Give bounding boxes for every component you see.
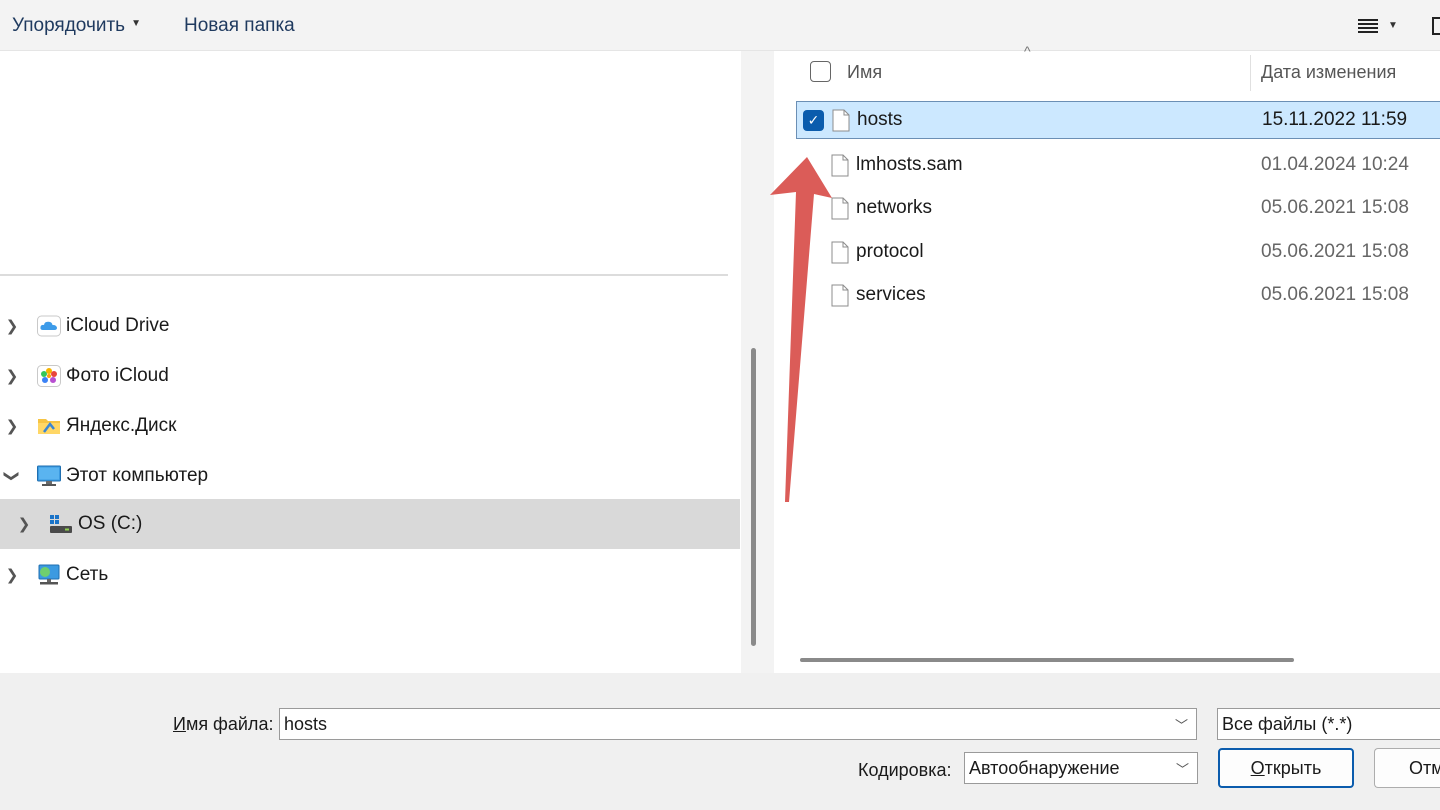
file-name: lmhosts.sam <box>856 154 963 175</box>
folder-icon <box>38 419 60 434</box>
encoding-label: Кодировка: <box>858 760 952 780</box>
filename-label-accel: И <box>173 714 186 734</box>
select-all-checkbox[interactable] <box>810 61 831 82</box>
organize-button[interactable]: Упорядочить ▼ <box>12 0 141 51</box>
file-date: 05.06.2021 15:08 <box>1261 241 1409 262</box>
preview-pane-button[interactable] <box>1432 0 1440 51</box>
file-row-lmhosts[interactable]: lmhosts.sam 01.04.2024 10:24 <box>796 146 1440 184</box>
nav-item-label: Этот компьютер <box>66 465 209 486</box>
encoding-select-value: Автообнаружение <box>969 757 1120 778</box>
nav-item-label: iCloud Drive <box>66 315 170 336</box>
column-name-header[interactable]: Имя <box>847 62 882 83</box>
file-date: 05.06.2021 15:08 <box>1261 284 1409 305</box>
chevron-right-icon[interactable]: ❯ <box>2 317 22 335</box>
file-name: hosts <box>857 109 903 130</box>
command-bar: Упорядочить ▼ Новая папка ▼ <box>0 0 1440 51</box>
open-button-rest: ткрыть <box>1264 757 1322 778</box>
network-icon <box>38 564 60 585</box>
preview-pane-icon <box>1432 16 1440 35</box>
drive-icon <box>50 515 72 533</box>
nav-item-label: Фото iCloud <box>66 365 169 386</box>
computer-icon <box>37 465 61 486</box>
photos-icon <box>37 365 61 387</box>
dialog-footer: Имя файла: hosts ﹀ Все файлы (*.*) Кодир… <box>0 673 1440 810</box>
nav-item-network[interactable]: ❯ Сеть <box>0 550 741 600</box>
file-name: protocol <box>856 241 924 262</box>
filename-label: Имя файла: <box>173 714 273 735</box>
navigation-pane: ❯ iCloud Drive ❯ Фото iCloud ❯ Яндекс.Ди… <box>0 51 741 673</box>
nav-item-icloud-drive[interactable]: ❯ iCloud Drive <box>0 301 741 351</box>
checkmark-icon[interactable]: ✓ <box>803 109 824 131</box>
new-folder-button[interactable]: Новая папка <box>184 0 295 51</box>
filename-input-value: hosts <box>284 713 328 734</box>
file-row-hosts[interactable]: ✓ hosts 15.11.2022 11:59 <box>796 101 1440 139</box>
nav-item-label: Сеть <box>66 564 109 585</box>
open-button-accel: О <box>1250 757 1265 778</box>
chevron-right-icon[interactable]: ❯ <box>2 417 22 435</box>
encoding-select[interactable]: Автообнаружение ﹀ <box>964 752 1198 784</box>
sort-ascending-icon: ^ <box>1024 43 1031 59</box>
chevron-right-icon[interactable]: ❯ <box>2 367 22 385</box>
nav-scrollbar-thumb[interactable] <box>751 348 756 646</box>
file-row-protocol[interactable]: protocol 05.06.2021 15:08 <box>796 233 1440 271</box>
nav-item-this-pc[interactable]: ❯ Этот компьютер <box>0 451 741 501</box>
nav-item-label: OS (C:) <box>78 513 143 534</box>
file-name: services <box>856 284 926 305</box>
nav-item-label: Яндекс.Диск <box>66 415 177 436</box>
nav-divider <box>0 274 728 276</box>
chevron-down-icon[interactable]: ❯ <box>3 466 21 486</box>
column-header: ^ Имя Дата изменения <box>774 43 1440 93</box>
column-separator[interactable] <box>1250 55 1251 91</box>
filetype-select[interactable]: Все файлы (*.*) <box>1217 708 1440 740</box>
nav-item-yandex-disk[interactable]: ❯ Яндекс.Диск <box>0 401 741 451</box>
chevron-right-icon[interactable]: ❯ <box>14 515 34 533</box>
chevron-down-icon[interactable]: ﹀ <box>1175 715 1188 734</box>
file-date: 05.06.2021 15:08 <box>1261 197 1409 218</box>
filename-input[interactable]: hosts ﹀ <box>279 708 1197 740</box>
file-list-pane: ^ Имя Дата изменения ✓ hosts 15.11.2022 … <box>774 43 1440 673</box>
filename-label-rest: мя файла: <box>185 714 274 734</box>
caret-down-icon: ▼ <box>1388 20 1398 31</box>
chevron-right-icon[interactable]: ❯ <box>2 566 22 584</box>
cancel-button-label: Отм <box>1409 757 1440 778</box>
file-row-services[interactable]: services 05.06.2021 15:08 <box>796 276 1440 314</box>
annotation-arrow-icon <box>770 157 832 502</box>
file-date: 01.04.2024 10:24 <box>1261 154 1409 175</box>
nav-item-icloud-photos[interactable]: ❯ Фото iCloud <box>0 351 741 401</box>
file-row-networks[interactable]: networks 05.06.2021 15:08 <box>796 189 1440 227</box>
chevron-down-icon[interactable]: ﹀ <box>1176 759 1189 778</box>
new-folder-label: Новая папка <box>184 14 295 36</box>
file-icon <box>832 109 850 131</box>
cloud-icon <box>37 315 61 337</box>
organize-label: Упорядочить <box>12 14 126 36</box>
file-date: 15.11.2022 11:59 <box>1262 109 1408 130</box>
list-view-icon <box>1358 18 1378 33</box>
file-list-hscroll-thumb[interactable] <box>800 658 1294 662</box>
open-button[interactable]: Открыть <box>1218 748 1354 788</box>
view-options-button[interactable]: ▼ <box>1358 0 1408 51</box>
nav-item-os-drive[interactable]: ❯ OS (C:) <box>0 499 740 549</box>
filetype-select-value: Все файлы (*.*) <box>1222 713 1353 734</box>
file-name: networks <box>856 197 933 218</box>
cancel-button[interactable]: Отм <box>1374 748 1440 788</box>
caret-down-icon: ▼ <box>131 18 141 29</box>
column-date-header[interactable]: Дата изменения <box>1261 62 1396 83</box>
